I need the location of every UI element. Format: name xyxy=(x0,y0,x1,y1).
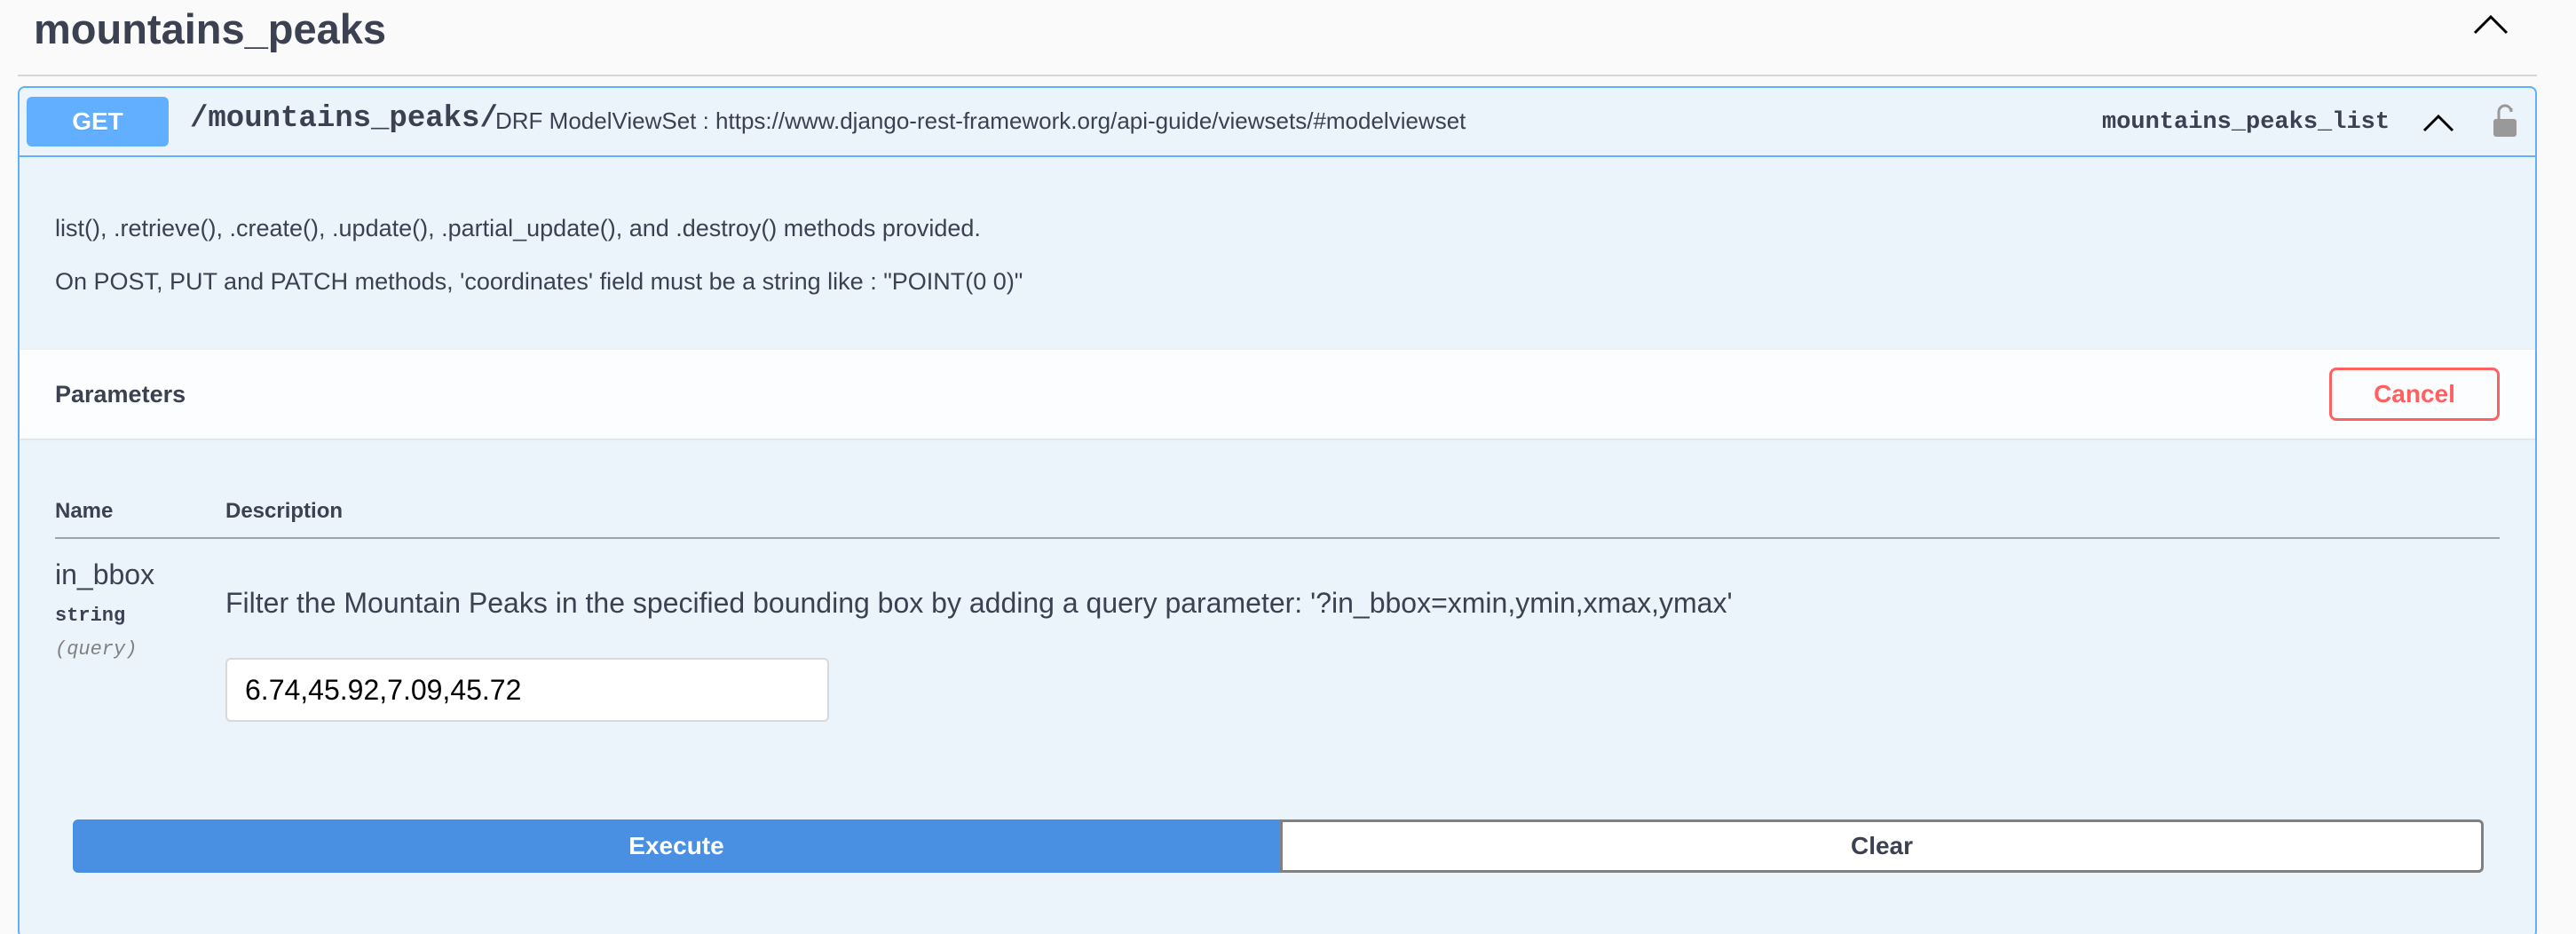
operation-id: mountains_peaks_list xyxy=(2102,109,2390,136)
unlocked-lock-icon[interactable] xyxy=(2487,99,2523,143)
operation-summary[interactable]: GET /mountains_peaks/ DRF ModelViewSet :… xyxy=(20,88,2535,157)
operation-block: GET /mountains_peaks/ DRF ModelViewSet :… xyxy=(18,86,2537,934)
column-header-name: Name xyxy=(55,499,114,523)
parameters-table-header: Name Description xyxy=(55,486,2500,539)
tag-section-header[interactable]: mountains_peaks xyxy=(18,0,2537,76)
description-line: On POST, PUT and PATCH methods, 'coordin… xyxy=(55,268,1023,295)
in-bbox-input[interactable] xyxy=(225,658,829,722)
method-badge: GET xyxy=(27,97,169,146)
parameter-type: string xyxy=(55,605,126,627)
cancel-button[interactable]: Cancel xyxy=(2329,368,2500,421)
parameters-title: Parameters xyxy=(55,380,186,408)
parameter-location: (query) xyxy=(55,638,138,661)
clear-button[interactable]: Clear xyxy=(1280,819,2484,873)
chevron-up-icon[interactable] xyxy=(2464,0,2517,51)
parameter-name: in_bbox xyxy=(55,558,155,590)
operation-summary-description: DRF ModelViewSet : https://www.django-re… xyxy=(495,107,1466,134)
parameter-description: Filter the Mountain Peaks in the specifi… xyxy=(225,587,1733,619)
execute-wrapper: Execute Clear xyxy=(73,819,2484,873)
parameters-header: Parameters Cancel xyxy=(20,350,2535,439)
column-header-description: Description xyxy=(225,499,344,523)
tag-title: mountains_peaks xyxy=(34,4,387,52)
chevron-up-icon[interactable] xyxy=(2416,100,2461,145)
description-line: list(), .retrieve(), .create(), .update(… xyxy=(55,215,981,241)
execute-button[interactable]: Execute xyxy=(73,819,1280,873)
operation-description: list(), .retrieve(), .create(), .update(… xyxy=(55,202,1023,308)
operation-path: /mountains_peaks/ xyxy=(190,102,498,136)
